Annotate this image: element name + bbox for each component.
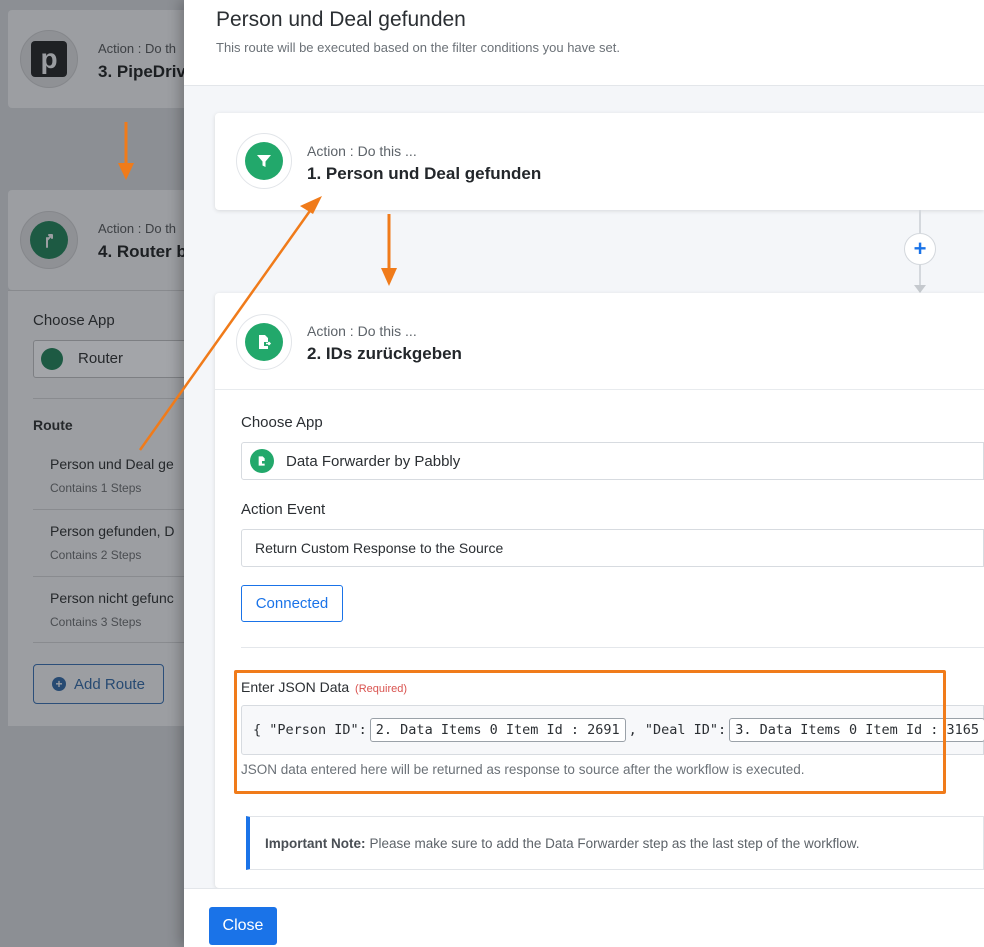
add-step-button[interactable]: + [904,233,936,265]
connected-button[interactable]: Connected [241,585,343,622]
close-button[interactable]: Close [209,907,277,945]
step1-title: 1. Person und Deal gefunden [307,164,542,183]
bg-route-heading: Route [33,417,73,433]
note-strong: Important Note: [265,835,366,851]
card-divider [215,389,984,390]
step2-title: 2. IDs zurückgeben [307,344,462,363]
modal-header: Person und Deal gefunden This route will… [184,0,984,86]
plus-circle-icon: + [52,677,67,691]
step1-action-label: Action : Do this ... [307,143,417,159]
action-event-select[interactable]: Return Custom Response to the Source [241,529,984,567]
modal-subtitle: This route will be executed based on the… [216,40,620,55]
bg-divider [33,398,198,399]
bg-router-mini-icon [41,348,63,370]
bg-step4-action-label: Action : Do th [98,221,177,236]
data-forwarder-mini-icon [250,449,274,473]
bg-divider [33,509,198,510]
router-icon [30,221,68,259]
route-modal: Person und Deal gefunden This route will… [184,0,984,947]
bg-step4-title: 4. Router b [98,242,187,261]
app-select[interactable]: Data Forwarder by Pabbly [241,442,984,480]
modal-footer: Close [184,888,984,947]
bg-app-value: Router [78,350,124,367]
bg-choose-app-label: Choose App [33,312,115,329]
bg-route-item-2-steps: Contains 2 Steps [50,548,142,562]
step-card-filter[interactable]: Action : Do this ... 1. Person und Deal … [215,113,984,210]
connector-line [919,210,921,233]
important-note: Important Note: Please make sure to add … [246,816,984,870]
action-event-label: Action Event [241,501,326,518]
bg-divider [33,576,198,577]
app-select-value: Data Forwarder by Pabbly [286,452,461,470]
bg-divider [33,642,198,643]
bg-route-item-3[interactable]: Person nicht gefunc [50,590,174,606]
bg-route-item-1-steps: Contains 1 Steps [50,481,142,495]
bg-router-icon-wrap [20,211,78,269]
section-divider [241,647,984,648]
modal-title: Person und Deal gefunden [216,8,466,31]
filter-icon-wrap [236,133,292,189]
annotation-highlight-box [234,670,946,794]
note-text: Please make sure to add the Data Forward… [369,835,860,851]
connector-line [919,265,921,287]
annotation-arrow-bg-icon [118,122,134,180]
bg-route-item-3-steps: Contains 3 Steps [50,615,142,629]
bg-route-item-1[interactable]: Person und Deal ge [50,456,174,472]
pipedrive-logo-icon: p [31,41,67,77]
add-route-label: Add Route [74,675,145,693]
bg-pipedrive-icon-wrap: p [20,30,78,88]
bg-step3-action-label: Action : Do th [98,41,177,56]
data-forwarder-icon [245,323,283,361]
add-route-button[interactable]: + Add Route [33,664,164,704]
data-forwarder-icon-wrap [236,314,292,370]
filter-icon [245,142,283,180]
connector-arrow-icon [914,285,926,293]
step2-action-label: Action : Do this ... [307,323,417,339]
choose-app-label: Choose App [241,414,323,431]
bg-route-item-2[interactable]: Person gefunden, D [50,523,175,539]
bg-step3-title: 3. PipeDriv [98,62,186,81]
